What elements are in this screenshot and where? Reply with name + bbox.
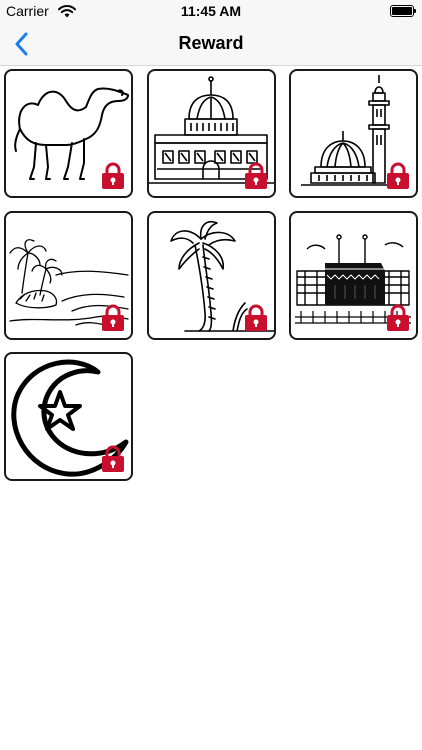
reward-tile-kaaba[interactable] <box>289 211 418 340</box>
lock-icon <box>245 304 267 331</box>
battery-icon <box>390 5 416 17</box>
reward-tile-dome-of-the-rock[interactable] <box>147 69 276 198</box>
reward-tile-crescent-star[interactable] <box>4 352 133 481</box>
navigation-bar: Reward <box>0 22 422 66</box>
lock-icon <box>245 162 267 189</box>
lock-icon <box>102 162 124 189</box>
lock-icon <box>102 304 124 331</box>
reward-tile-oasis[interactable] <box>4 211 133 340</box>
page-title: Reward <box>178 33 244 53</box>
lock-icon <box>387 162 409 189</box>
lock-icon <box>387 304 409 331</box>
lock-icon <box>102 445 124 472</box>
reward-tile-green-dome-mosque[interactable] <box>289 69 418 198</box>
reward-tile-camel[interactable] <box>4 69 133 198</box>
status-bar: Carrier 11:45 AM <box>0 0 422 22</box>
status-time: 11:45 AM <box>180 3 242 19</box>
reward-tile-palm-tree[interactable] <box>147 211 276 340</box>
